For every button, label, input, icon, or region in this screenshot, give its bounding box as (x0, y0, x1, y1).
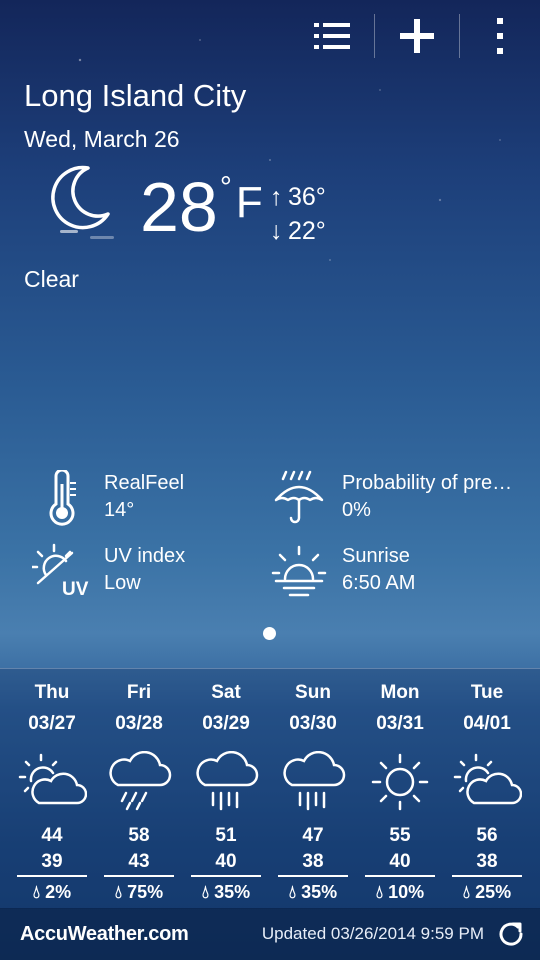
sunny-icon (371, 753, 429, 811)
accuweather-logo[interactable]: AccuWeather.com (20, 923, 189, 946)
forecast-day-thu[interactable]: Thu 03/27 44 39 💧︎ 2% (7, 669, 97, 903)
precipitation-value: 0% (342, 499, 371, 521)
arrow-up-icon: ↑ (270, 183, 283, 211)
partly-cloudy-icon (18, 753, 87, 805)
sleet-icon (109, 751, 172, 811)
forecast-date: 03/30 (289, 713, 337, 734)
footer-bar: AccuWeather.com Updated 03/26/2014 9:59 … (0, 908, 540, 960)
uv-index-detail: UV UV index Low (32, 543, 185, 601)
city-name: Long Island City (24, 78, 247, 113)
add-location-button[interactable] (375, 0, 459, 72)
forecast-date: 03/29 (202, 713, 250, 734)
sunrise-icon (271, 545, 327, 597)
list-button[interactable] (290, 0, 374, 72)
forecast-high: 58 (128, 825, 150, 846)
realfeel-detail: RealFeel 14° (32, 470, 184, 528)
sunrise-detail: Sunrise 6:50 AM (270, 543, 415, 601)
temperature-unit: F (235, 178, 263, 227)
add-icon (400, 19, 434, 53)
forecast-pop-value: 75% (127, 882, 164, 902)
temperature-value: 28 (140, 168, 218, 246)
forecast-precipitation: 💧︎ 35% (268, 882, 358, 903)
forecast-low: 38 (278, 851, 348, 877)
forecast-precipitation: 💧︎ 2% (7, 882, 97, 903)
forecast-precipitation: 💧︎ 10% (355, 882, 445, 903)
forecast-pop-value: 35% (214, 882, 251, 902)
realfeel-value: 14° (104, 499, 135, 521)
forecast-day-name: Mon (380, 682, 420, 703)
high-low: ↑ 36° ↓ 22° (270, 180, 326, 248)
forecast-low: 39 (17, 851, 87, 877)
forecast-high: 51 (215, 825, 237, 846)
forecast-low: 40 (365, 851, 435, 877)
umbrella-rain-icon (274, 470, 324, 524)
forecast-day-mon[interactable]: Mon 03/31 55 40 💧︎ 10% (355, 669, 445, 903)
forecast-high: 56 (476, 825, 498, 846)
refresh-icon[interactable] (498, 921, 524, 947)
forecast-day-tue[interactable]: Tue 04/01 56 38 💧︎ 25% (442, 669, 532, 903)
uv-index-icon: UV (32, 543, 89, 600)
condition-text: Clear (24, 266, 79, 292)
forecast-pop-value: 2% (45, 882, 72, 902)
forecast-date: 03/31 (376, 713, 424, 734)
forecast-high: 47 (302, 825, 324, 846)
rain-icon (283, 751, 346, 811)
forecast-low: 38 (452, 851, 522, 877)
partly-cloudy-icon (453, 753, 522, 805)
raindrop-icon: 💧︎ (201, 882, 210, 902)
forecast-day-name: Tue (470, 682, 504, 703)
forecast-day-name: Fri (126, 682, 152, 703)
forecast-precipitation: 💧︎ 25% (442, 882, 532, 903)
raindrop-icon: 💧︎ (32, 882, 41, 902)
forecast-precipitation: 💧︎ 75% (94, 882, 184, 903)
forecast-precipitation: 💧︎ 35% (181, 882, 271, 903)
thermometer-icon (49, 470, 76, 526)
precipitation-label: Probability of pre… (342, 472, 513, 494)
more-vert-icon (497, 18, 503, 54)
daily-forecast: Thu 03/27 44 39 💧︎ 2% Fri 03/28 58 43 💧︎… (0, 668, 540, 909)
forecast-pop-value: 25% (475, 882, 512, 902)
current-date: Wed, March 26 (24, 126, 180, 152)
raindrop-icon: 💧︎ (375, 882, 384, 902)
raindrop-icon: 💧︎ (114, 882, 123, 902)
arrow-down-icon: ↓ (270, 217, 283, 245)
list-icon (314, 23, 350, 49)
moon-icon (51, 165, 114, 239)
last-updated: Updated 03/26/2014 9:59 PM (261, 924, 484, 943)
current-temperature: 28°F (140, 172, 263, 242)
precipitation-detail: Probability of pre… 0% (270, 470, 512, 528)
forecast-day-name: Sat (211, 682, 241, 703)
forecast-low: 43 (104, 851, 174, 877)
forecast-low: 40 (191, 851, 261, 877)
forecast-date: 03/28 (115, 713, 163, 734)
forecast-high: 44 (41, 825, 63, 846)
raindrop-icon: 💧︎ (462, 882, 471, 902)
svg-text:UV: UV (62, 579, 89, 600)
raindrop-icon: 💧︎ (288, 882, 297, 902)
realfeel-label: RealFeel (104, 472, 185, 494)
sunrise-label: Sunrise (342, 545, 410, 567)
forecast-day-fri[interactable]: Fri 03/28 58 43 💧︎ 75% (94, 669, 184, 903)
high-temp-row: ↑ 36° (270, 180, 326, 214)
forecast-high: 55 (389, 825, 411, 846)
forecast-pop-value: 35% (301, 882, 338, 902)
low-temp-row: ↓ 22° (270, 214, 326, 248)
forecast-day-sun[interactable]: Sun 03/30 47 38 💧︎ 35% (268, 669, 358, 903)
high-temp: 36° (288, 183, 326, 211)
forecast-day-sat[interactable]: Sat 03/29 51 40 💧︎ 35% (181, 669, 271, 903)
forecast-date: 03/27 (28, 713, 76, 734)
forecast-date: 04/01 (463, 713, 511, 734)
forecast-pop-value: 10% (388, 882, 425, 902)
page-indicator-dot[interactable] (263, 627, 276, 640)
forecast-day-name: Thu (34, 682, 70, 703)
forecast-day-name: Sun (295, 682, 331, 703)
overflow-menu-button[interactable] (460, 0, 540, 72)
rain-icon (196, 751, 259, 811)
uv-index-value: Low (104, 572, 141, 594)
action-bar (290, 0, 540, 72)
uv-index-label: UV index (104, 545, 186, 567)
low-temp: 22° (288, 217, 326, 245)
sunrise-value: 6:50 AM (342, 572, 416, 594)
degree-symbol: ° (219, 171, 232, 204)
